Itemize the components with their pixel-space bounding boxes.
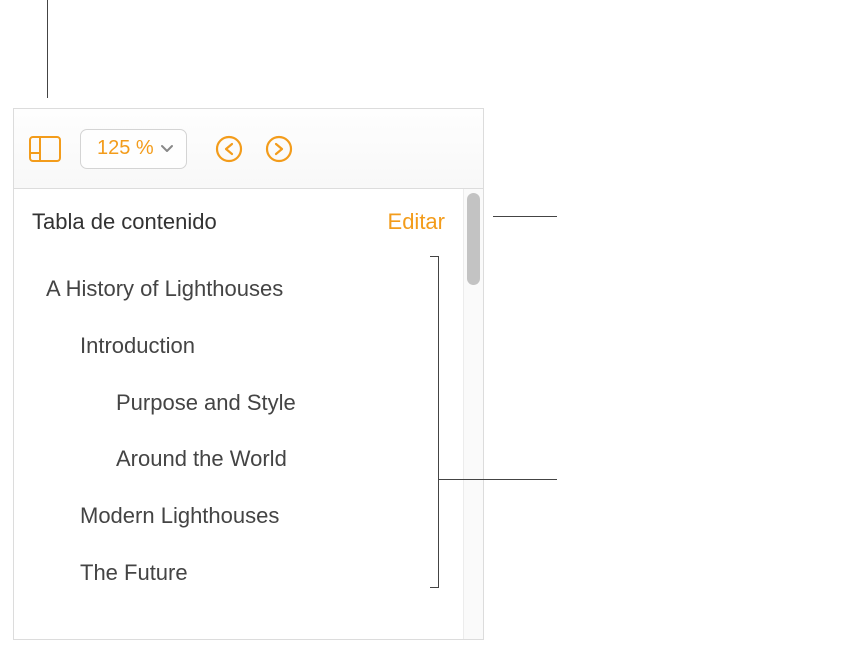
toc-header: Tabla de contenido Editar: [32, 209, 445, 235]
toc-panel: Tabla de contenido Editar A History of L…: [14, 189, 463, 639]
toc-item[interactable]: A History of Lighthouses: [32, 261, 445, 318]
toc-list: A History of Lighthouses Introduction Pu…: [32, 261, 445, 602]
callout-line-toc: [439, 479, 557, 480]
toc-item[interactable]: The Future: [32, 545, 445, 602]
toc-item[interactable]: Introduction: [32, 318, 445, 375]
zoom-value: 125 %: [97, 137, 154, 160]
redo-icon: [265, 135, 293, 163]
undo-icon: [215, 135, 243, 163]
toc-title: Tabla de contenido: [32, 209, 217, 235]
undo-redo-group: [213, 133, 295, 165]
callout-line-top: [47, 0, 48, 98]
callout-bracket-toc: [438, 256, 439, 588]
callout-line-edit: [493, 216, 557, 217]
app-panel: 125 % Tabla de contenido: [13, 108, 484, 640]
sidebar-content: Tabla de contenido Editar A History of L…: [14, 189, 483, 639]
toolbar: 125 %: [14, 109, 483, 189]
scrollbar-track[interactable]: [463, 189, 483, 639]
sidebar-view-icon: [29, 136, 61, 162]
redo-button[interactable]: [263, 133, 295, 165]
view-mode-button[interactable]: [22, 132, 68, 166]
zoom-dropdown[interactable]: 125 %: [80, 129, 187, 169]
scrollbar-thumb[interactable]: [467, 193, 480, 285]
toc-item[interactable]: Around the World: [32, 431, 445, 488]
chevron-down-icon: [160, 144, 174, 154]
edit-button[interactable]: Editar: [388, 209, 445, 235]
undo-button[interactable]: [213, 133, 245, 165]
toc-item[interactable]: Purpose and Style: [32, 375, 445, 432]
toc-item[interactable]: Modern Lighthouses: [32, 488, 445, 545]
